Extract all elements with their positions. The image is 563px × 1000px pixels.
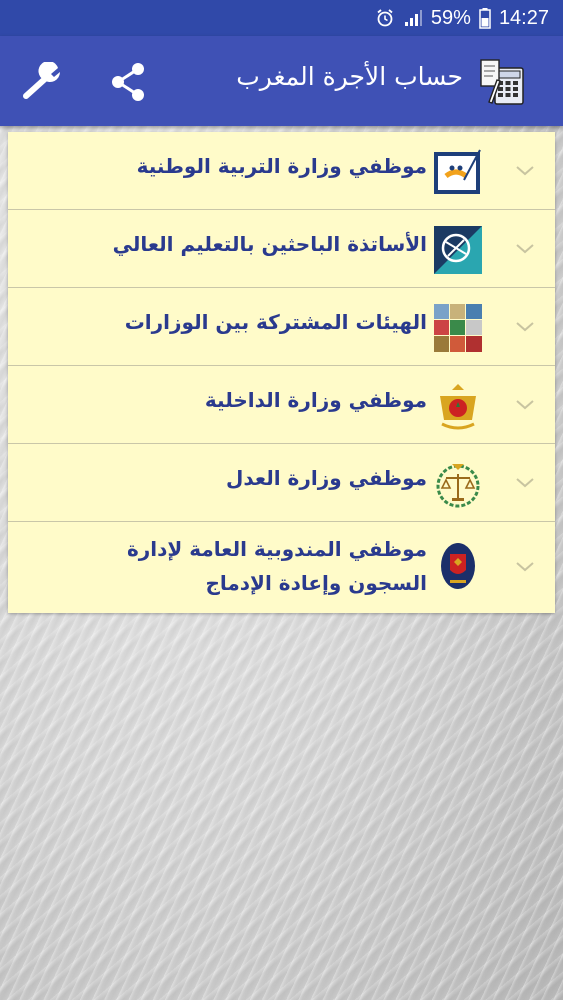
wrench-icon[interactable] xyxy=(20,62,66,102)
royal-coat-of-arms-icon xyxy=(440,384,476,430)
app-bar: حساب الأجرة المغرب xyxy=(0,36,563,126)
clock-time: 14:27 xyxy=(498,6,549,29)
list-item-prisons[interactable]: موظفي المندوبية العامة لإدارة السجون وإع… xyxy=(8,522,555,613)
battery-percent: 59% xyxy=(430,6,471,29)
list-item-label: موظفي وزارة العدل xyxy=(226,466,427,490)
chevron-down-icon[interactable] xyxy=(514,474,536,490)
alarm-icon xyxy=(375,8,395,28)
justice-scales-logo-icon xyxy=(436,464,480,508)
chevron-down-icon[interactable] xyxy=(514,318,536,334)
list-item-interior[interactable]: موظفي وزارة الداخلية xyxy=(8,366,555,444)
list-item-justice[interactable]: موظفي وزارة العدل xyxy=(8,444,555,522)
battery-icon xyxy=(479,7,491,29)
list-item-label: الأساتذة الباحثين بالتعليم العالي xyxy=(112,232,427,256)
list-item-label: موظفي وزارة الداخلية xyxy=(204,388,427,412)
list-item-label: الهيئات المشتركة بين الوزارات xyxy=(124,310,427,334)
status-bar: 59% 14:27 xyxy=(0,0,563,36)
chevron-down-icon[interactable] xyxy=(514,162,536,178)
higher-education-logo-icon xyxy=(434,226,482,274)
chevron-down-icon[interactable] xyxy=(514,558,536,574)
list-item-inter-ministerial[interactable]: الهيئات المشتركة بين الوزارات xyxy=(8,288,555,366)
signal-icon xyxy=(403,8,423,28)
app-title: حساب الأجرة المغرب xyxy=(236,62,463,91)
list-item-label: موظفي وزارة التربية الوطنية xyxy=(136,154,427,178)
list-item-education[interactable]: موظفي وزارة التربية الوطنية xyxy=(8,132,555,210)
calculator-logo-icon xyxy=(480,59,524,105)
category-list: موظفي وزارة التربية الوطنية الأساتذة الب… xyxy=(8,132,555,613)
ministries-collage-logo-icon xyxy=(434,304,482,352)
prisons-administration-logo-icon xyxy=(441,543,475,589)
share-icon[interactable] xyxy=(108,60,148,104)
chevron-down-icon[interactable] xyxy=(514,240,536,256)
list-item-label: موظفي المندوبية العامة لإدارة السجون وإع… xyxy=(126,537,427,595)
list-item-higher-education[interactable]: الأساتذة الباحثين بالتعليم العالي xyxy=(8,210,555,288)
chevron-down-icon[interactable] xyxy=(514,396,536,412)
education-ministry-logo-icon xyxy=(434,149,481,194)
